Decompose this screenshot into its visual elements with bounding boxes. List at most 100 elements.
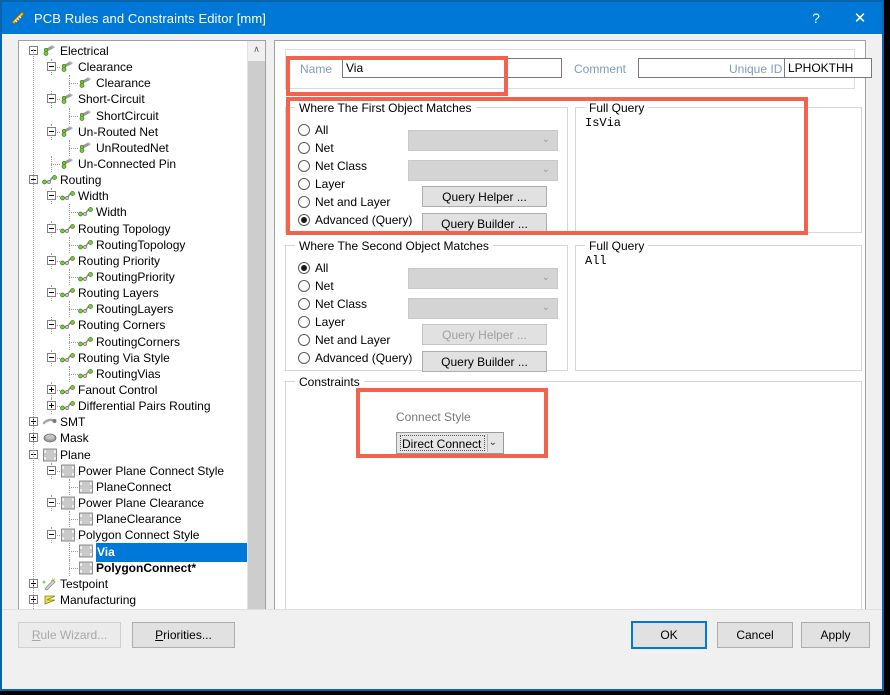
tree-item-plane[interactable]: Plane: [19, 447, 248, 463]
collapse-icon[interactable]: [47, 288, 56, 297]
tree-item-differential-pairs-routing[interactable]: Differential Pairs Routing: [19, 398, 248, 414]
radio-label: Net and Layer: [315, 194, 390, 210]
second-net-combo[interactable]: ⌄: [408, 268, 558, 289]
cancel-button[interactable]: Cancel: [717, 622, 793, 648]
ok-button[interactable]: OK: [631, 621, 707, 649]
collapse-icon[interactable]: [47, 320, 56, 329]
second-query-builder-button[interactable]: Query Builder ...: [422, 351, 547, 372]
tree-item-routing-corners[interactable]: Routing Corners: [19, 317, 248, 333]
tree-item-label: PlaneClearance: [96, 511, 181, 527]
close-button[interactable]: ✕: [838, 2, 882, 34]
plane-icon: [42, 448, 58, 462]
connect-style-value: Direct Connect: [400, 435, 485, 451]
first-full-query-text[interactable]: IsVia: [585, 116, 857, 130]
tree-item-label: Routing Layers: [78, 285, 159, 301]
tree-item-clearance[interactable]: Clearance: [19, 75, 248, 91]
name-input[interactable]: [342, 58, 562, 78]
tree-item-routing-topology[interactable]: Routing Topology: [19, 221, 248, 237]
tree-item-testpoint[interactable]: Testpoint: [19, 576, 248, 592]
tree-item-label: Routing Topology: [78, 221, 171, 237]
first-net-class-combo[interactable]: ⌄: [408, 160, 558, 181]
apply-button[interactable]: Apply: [801, 622, 870, 648]
tree-item-un-connected-pin[interactable]: Un-Connected Pin: [19, 156, 248, 172]
tree-item-un-routed-net[interactable]: Un-Routed Net: [19, 124, 248, 140]
second-full-query-text[interactable]: All: [585, 254, 857, 268]
expand-icon[interactable]: [47, 401, 56, 410]
second-net-class-combo[interactable]: ⌄: [408, 298, 558, 319]
collapse-icon[interactable]: [47, 498, 56, 507]
help-button[interactable]: ?: [794, 2, 838, 34]
tree-item-manufacturing[interactable]: Manufacturing: [19, 592, 248, 608]
electrical-icon: [60, 157, 76, 171]
manufacturing-icon: [42, 593, 58, 607]
tree-item-routingvias[interactable]: RoutingVias: [19, 366, 248, 382]
tree-item-routinglayers[interactable]: RoutingLayers: [19, 301, 248, 317]
tree-item-fanout-control[interactable]: Fanout Control: [19, 382, 248, 398]
tree-item-polygonconnect[interactable]: PolygonConnect*: [19, 560, 248, 576]
tree-item-routingtopology[interactable]: RoutingTopology: [19, 237, 248, 253]
tree-item-planeclearance[interactable]: PlaneClearance: [19, 511, 248, 527]
routing-icon: [60, 189, 76, 203]
tree-item-shortcircuit[interactable]: ShortCircuit: [19, 108, 248, 124]
electrical-icon: [60, 92, 76, 106]
tree-item-short-circuit[interactable]: Short-Circuit: [19, 91, 248, 107]
tree-item-routing-priority[interactable]: Routing Priority: [19, 253, 248, 269]
tree-item-clearance[interactable]: Clearance: [19, 59, 248, 75]
tree-item-routingpriority[interactable]: RoutingPriority: [19, 269, 248, 285]
tree-item-routing-via-style[interactable]: Routing Via Style: [19, 350, 248, 366]
pcb-rules-icon: [10, 10, 26, 26]
tree-item-label: Power Plane Clearance: [78, 495, 204, 511]
collapse-icon[interactable]: [47, 530, 56, 539]
second-full-query-group: Full Query All: [575, 245, 862, 371]
routing-icon: [60, 351, 76, 365]
chevron-down-icon: ⌄: [542, 165, 550, 175]
constraints-caption: Constraints: [295, 375, 364, 389]
tree-item-electrical[interactable]: Electrical: [19, 43, 248, 59]
collapse-icon[interactable]: [47, 94, 56, 103]
tree-item-planeconnect[interactable]: PlaneConnect: [19, 479, 248, 495]
collapse-icon[interactable]: [47, 62, 56, 71]
expand-icon[interactable]: [47, 385, 56, 394]
tree-item-label: Polygon Connect Style: [78, 527, 199, 543]
scroll-up-icon[interactable]: ∧: [248, 41, 265, 58]
collapse-icon[interactable]: [47, 191, 56, 200]
first-query-helper-button[interactable]: Query Helper ...: [422, 186, 547, 207]
tree-item-label: PlaneConnect: [96, 479, 171, 495]
tree-item-label: RoutingPriority: [96, 269, 175, 285]
priorities-label: Priorities...: [155, 628, 212, 642]
tree-item-power-plane-connect-style[interactable]: Power Plane Connect Style: [19, 463, 248, 479]
tree-item-width[interactable]: Width: [19, 204, 248, 220]
tree-item-smt[interactable]: SMT: [19, 414, 248, 430]
priorities-button[interactable]: Priorities...: [132, 622, 235, 648]
tree-item-label: Width: [78, 188, 109, 204]
connect-style-label: Connect Style: [396, 410, 471, 424]
tree-item-polygon-connect-style[interactable]: Polygon Connect Style: [19, 527, 248, 543]
collapse-icon[interactable]: [47, 127, 56, 136]
tree-item-unroutednet[interactable]: UnRoutedNet: [19, 140, 248, 156]
collapse-icon[interactable]: [47, 224, 56, 233]
connect-style-dropdown[interactable]: Direct Connect ⌄: [396, 432, 504, 454]
collapse-icon[interactable]: [47, 256, 56, 265]
tree-item-routing[interactable]: Routing: [19, 172, 248, 188]
unique-id-input[interactable]: [784, 58, 872, 78]
scrollbar-thumb[interactable]: [248, 61, 265, 609]
first-net-combo[interactable]: ⌄: [408, 130, 558, 151]
tree-item-power-plane-clearance[interactable]: Power Plane Clearance: [19, 495, 248, 511]
collapse-icon[interactable]: [47, 353, 56, 362]
tree-item-via[interactable]: Via: [19, 543, 248, 559]
second-object-caption: Where The Second Object Matches: [295, 239, 493, 253]
plane-icon: [78, 544, 94, 558]
rule-wizard-label: Rule Wizard...: [32, 628, 107, 642]
pcb-rules-window: PCB Rules and Constraints Editor [mm] ? …: [0, 0, 884, 691]
rules-tree[interactable]: ElectricalClearanceClearanceShort-Circui…: [19, 41, 248, 640]
tree-item-mask[interactable]: Mask: [19, 430, 248, 446]
routing-icon: [42, 173, 58, 187]
tree-item-width[interactable]: Width: [19, 188, 248, 204]
collapse-icon[interactable]: [47, 466, 56, 475]
tree-item-label: Un-Routed Net: [78, 124, 158, 140]
tree-item-label: Plane: [60, 447, 91, 463]
first-query-builder-button[interactable]: Query Builder ...: [422, 213, 547, 234]
tree-scrollbar[interactable]: ∧ ∨: [247, 41, 265, 641]
tree-item-routing-layers[interactable]: Routing Layers: [19, 285, 248, 301]
tree-item-routingcorners[interactable]: RoutingCorners: [19, 334, 248, 350]
